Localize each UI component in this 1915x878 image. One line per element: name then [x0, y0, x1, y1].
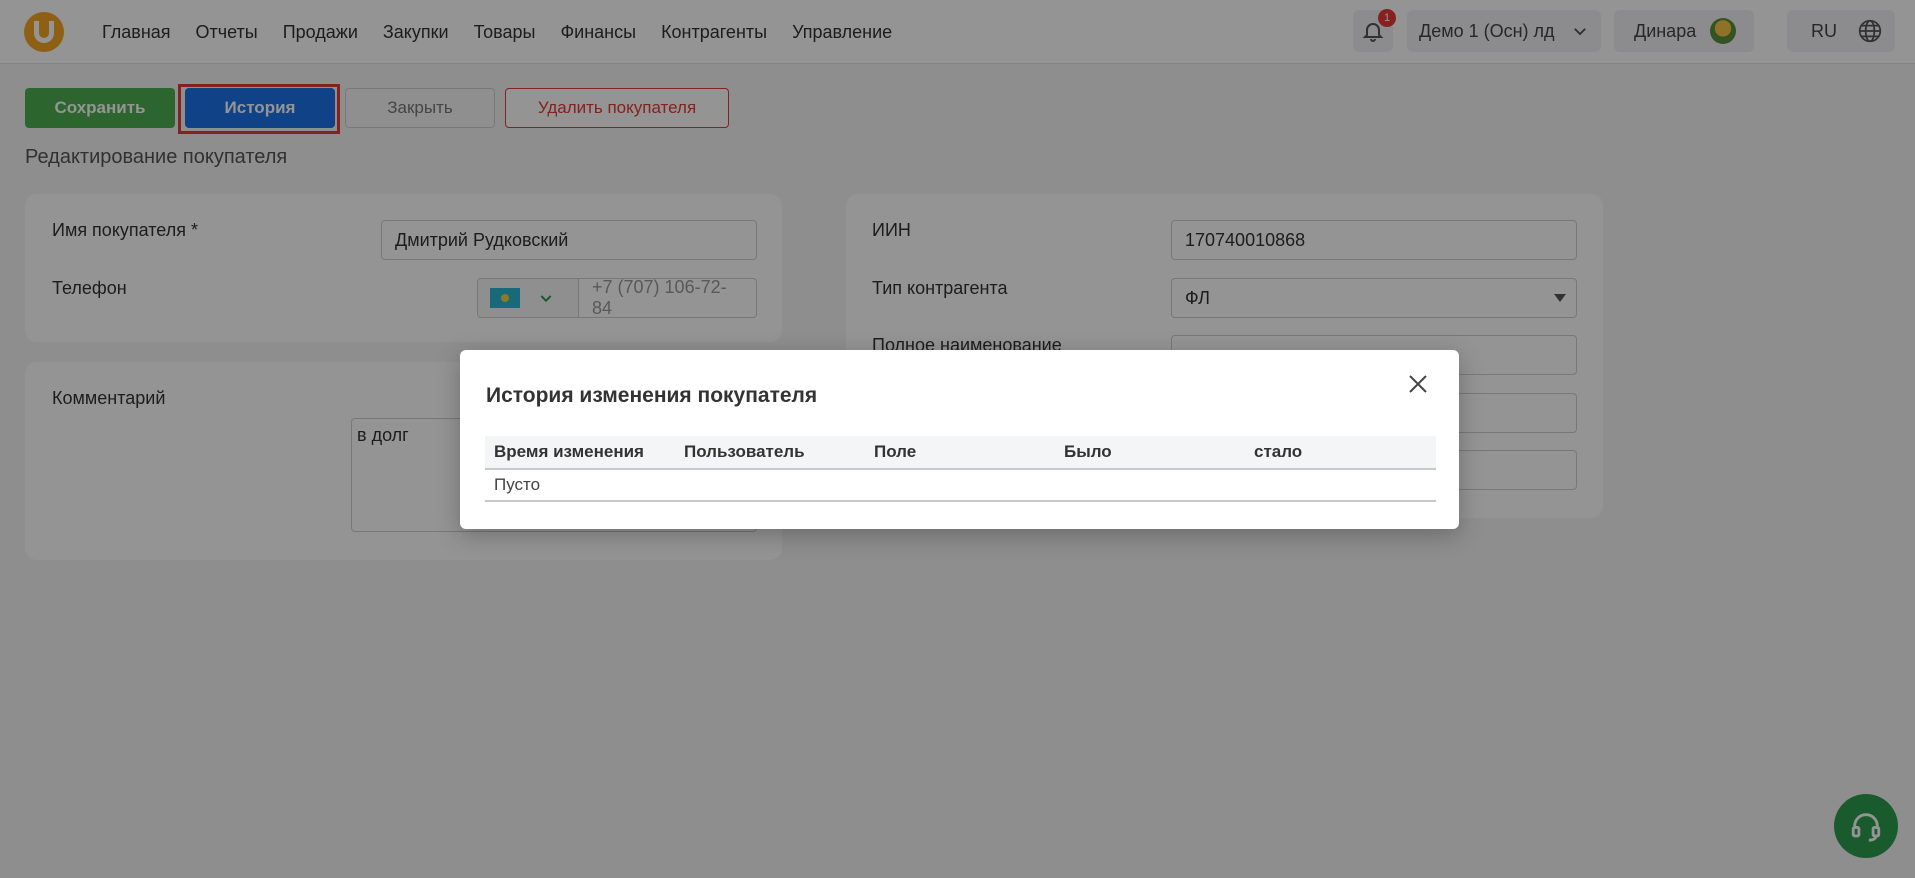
table-empty-row: Пусто	[485, 470, 1436, 502]
modal-title: История изменения покупателя	[486, 384, 818, 407]
column-header-became: стало	[1254, 442, 1303, 461]
history-modal: История изменения покупателя Время измен…	[460, 350, 1459, 529]
column-header-field: Поле	[874, 442, 917, 461]
column-header-user: Пользователь	[684, 442, 805, 461]
history-table: Время изменения Пользователь Поле Было с…	[485, 436, 1436, 502]
column-header-time: Время изменения	[494, 442, 644, 461]
table-header: Время изменения Пользователь Поле Было с…	[485, 436, 1436, 470]
column-header-was: Было	[1064, 442, 1112, 461]
close-icon[interactable]	[1406, 372, 1430, 396]
